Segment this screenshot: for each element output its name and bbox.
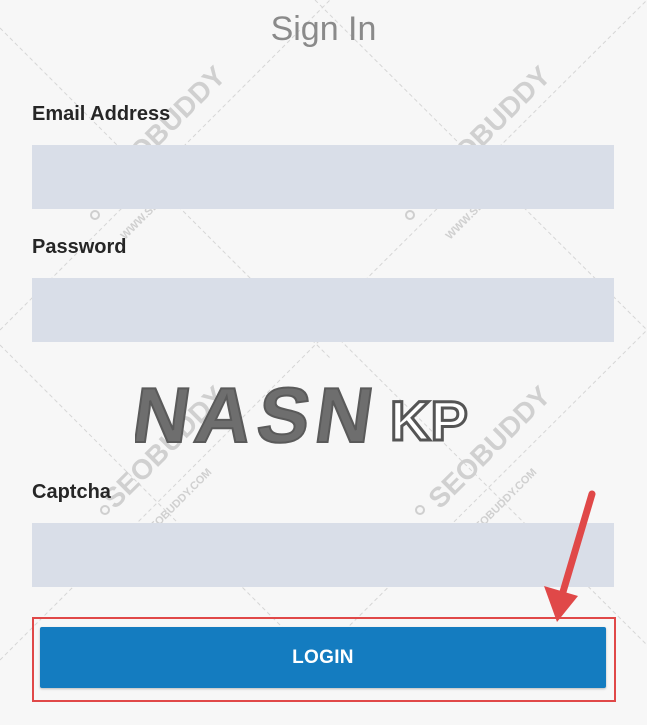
captcha-text: NASN [135,371,385,459]
email-label: Email Address [32,103,171,125]
password-field[interactable] [32,278,614,342]
password-label: Password [32,236,127,258]
arrow-pointer-icon [544,490,596,622]
email-field[interactable] [32,145,614,209]
captcha-image: NASN KP [135,370,469,460]
captcha-label: Captcha [32,481,111,503]
page-title: Sign In [270,10,377,48]
login-button[interactable]: LOGIN [40,627,606,688]
captcha-field[interactable] [32,523,614,587]
captcha-suffix: KP [390,389,468,452]
